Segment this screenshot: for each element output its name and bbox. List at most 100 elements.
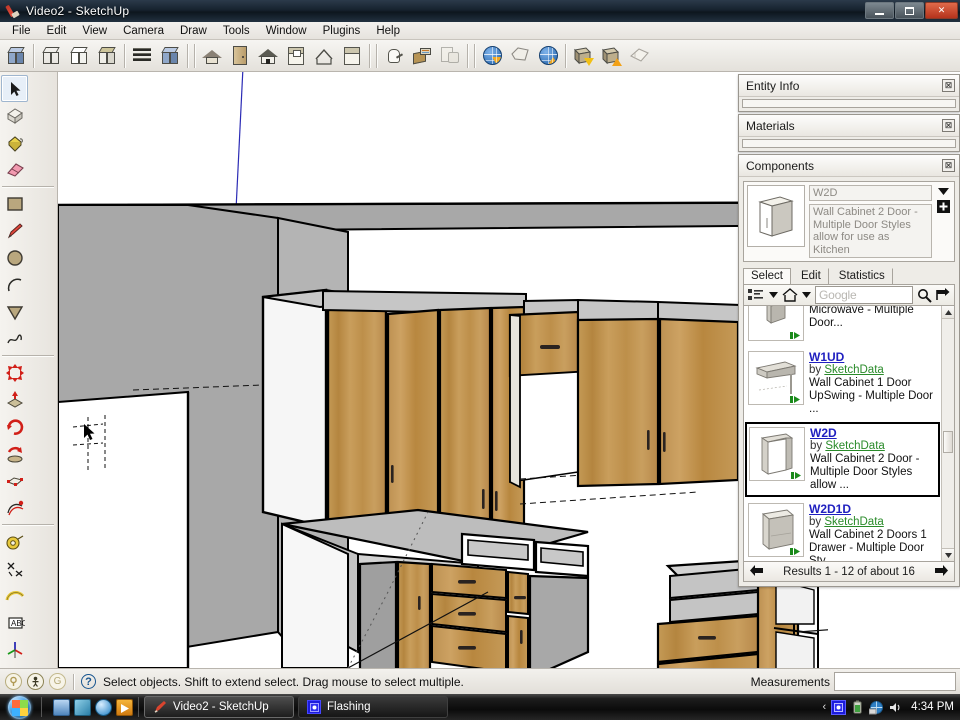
axes-tool-button[interactable] (1, 636, 28, 663)
menu-help[interactable]: Help (368, 24, 408, 38)
close-icon[interactable]: ⊠ (942, 159, 955, 172)
scale-tool-button[interactable] (1, 467, 28, 494)
circle-tool-button[interactable] (1, 244, 28, 271)
network-icon[interactable] (869, 700, 884, 715)
results-next-button[interactable] (934, 564, 949, 580)
entity-info-header[interactable]: Entity Info ⊠ (739, 75, 959, 97)
follow-me-tool-button[interactable] (1, 440, 28, 467)
move-tool-button[interactable] (1, 359, 28, 386)
rectangle-tool-button[interactable] (1, 190, 28, 217)
eraser-tool-button[interactable] (1, 156, 28, 183)
tray-expand-arrow[interactable]: ‹ (823, 701, 827, 713)
list-item[interactable]: W1UD by SketchData Wall Cabinet 1 Door U… (744, 346, 941, 421)
scene-outline-button[interactable] (310, 42, 338, 70)
scrollbar-thumb[interactable] (943, 431, 953, 453)
components-header[interactable]: Components ⊠ (739, 155, 959, 177)
save-scene-button[interactable] (282, 42, 310, 70)
line-tool-button[interactable] (1, 217, 28, 244)
list-view-icon[interactable] (746, 286, 767, 304)
get-models-button[interactable] (478, 42, 506, 70)
internet-explorer-icon[interactable] (95, 699, 112, 716)
menu-draw[interactable]: Draw (172, 24, 215, 38)
component-name-field[interactable]: W2D (809, 185, 932, 201)
item-title[interactable]: W2D1D (809, 503, 937, 516)
close-icon[interactable]: ⊠ (942, 79, 955, 92)
list-item-selected[interactable]: W2D by SketchData Wall Cabinet 2 Door - … (745, 422, 940, 497)
tab-edit[interactable]: Edit (793, 268, 829, 284)
media-player-icon[interactable] (116, 699, 133, 716)
taskbar-item-flashing[interactable]: Flashing (298, 696, 448, 718)
switch-windows-icon[interactable] (74, 699, 91, 716)
menu-camera[interactable]: Camera (115, 24, 172, 38)
scroll-down-icon[interactable] (942, 548, 954, 561)
home-icon[interactable] (780, 286, 800, 304)
search-magnifier-icon[interactable] (915, 286, 934, 304)
battery-icon[interactable] (850, 700, 865, 715)
menu-edit[interactable]: Edit (39, 24, 75, 38)
item-author-link[interactable]: SketchData (824, 364, 883, 376)
tape-measure-tool-button[interactable] (1, 528, 28, 555)
geo-location-icon[interactable] (5, 673, 22, 690)
shaded-texture-view-button[interactable] (156, 42, 184, 70)
interact-tool-button[interactable] (380, 42, 408, 70)
volume-icon[interactable] (888, 700, 903, 715)
tab-statistics[interactable]: Statistics (831, 268, 893, 284)
hidden-line-view-button[interactable] (93, 42, 121, 70)
next-scene-button[interactable] (226, 42, 254, 70)
menu-view[interactable]: View (74, 24, 115, 38)
credits-icon[interactable]: G (49, 673, 66, 690)
menu-plugins[interactable]: Plugins (315, 24, 369, 38)
get-photo-texture-button[interactable] (569, 42, 597, 70)
text-label-tool-button[interactable]: ABC (1, 609, 28, 636)
measurements-input[interactable] (834, 672, 956, 691)
home-chevron-down-icon[interactable] (800, 286, 813, 304)
add-favorite-icon[interactable] (936, 200, 950, 212)
dimension-tool-button[interactable] (1, 555, 28, 582)
offset-tool-button[interactable] (1, 494, 28, 521)
maximize-button[interactable] (895, 2, 924, 19)
freehand-tool-button[interactable] (1, 325, 28, 352)
list-view-chevron-down-icon[interactable] (767, 286, 780, 304)
share-model-button[interactable] (506, 42, 534, 70)
menu-tools[interactable]: Tools (215, 24, 258, 38)
make-component-tool-button[interactable] (1, 102, 28, 129)
taskbar-item-sketchup[interactable]: Video2 - SketchUp (144, 696, 294, 718)
add-location-button[interactable] (625, 42, 653, 70)
close-icon[interactable]: ⊠ (942, 119, 955, 132)
item-title[interactable]: W1UD (809, 351, 937, 364)
person-icon[interactable] (27, 673, 44, 690)
flashing-tray-icon[interactable] (831, 700, 846, 715)
wireframe-view-button[interactable] (65, 42, 93, 70)
show-desktop-icon[interactable] (53, 699, 70, 716)
scene-page-button[interactable] (338, 42, 366, 70)
push-pull-tool-button[interactable] (1, 386, 28, 413)
item-author-link[interactable]: SketchData (825, 440, 884, 452)
item-author-link[interactable]: SketchData (824, 516, 883, 528)
scrollbar-track[interactable] (941, 306, 954, 561)
question-mark-icon[interactable]: ? (81, 674, 96, 689)
list-item[interactable]: W2D1D by SketchData Wall Cabinet 2 Doors… (744, 498, 941, 561)
close-button[interactable]: ✕ (925, 2, 958, 19)
xray-view-button[interactable] (37, 42, 65, 70)
upload-photo-texture-button[interactable] (597, 42, 625, 70)
components-results-list[interactable]: Wall Cabinet 1 Door Microwave - Multiple… (743, 306, 955, 562)
menu-window[interactable]: Window (258, 24, 315, 38)
iso-view-button[interactable] (2, 42, 30, 70)
home-scene-button[interactable] (254, 42, 282, 70)
paint-bucket-tool-button[interactable] (1, 129, 28, 156)
select-tool-button[interactable] (1, 75, 28, 102)
taskbar-clock[interactable]: 4:34 PM (911, 701, 954, 713)
materials-header[interactable]: Materials ⊠ (739, 115, 959, 137)
menu-file[interactable]: File (4, 24, 39, 38)
protractor-tool-button[interactable] (1, 582, 28, 609)
upload-model-button[interactable] (534, 42, 562, 70)
details-chevron-icon[interactable] (936, 185, 950, 197)
search-input[interactable]: Google (815, 286, 913, 304)
list-item[interactable]: Wall Cabinet 1 Door Microwave - Multiple… (744, 306, 941, 346)
layers-tool-button[interactable] (436, 42, 464, 70)
results-prev-button[interactable] (749, 564, 764, 580)
minimize-button[interactable] (865, 2, 894, 19)
previous-scene-button[interactable] (198, 42, 226, 70)
item-title[interactable]: W2D (810, 427, 936, 440)
material-tool-button[interactable] (408, 42, 436, 70)
